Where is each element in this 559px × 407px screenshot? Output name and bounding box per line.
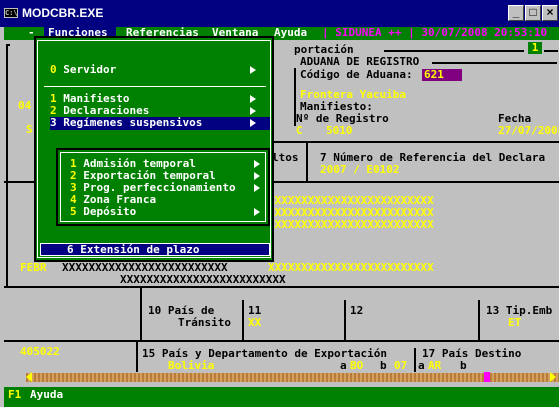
scroll-left-icon[interactable] bbox=[26, 372, 32, 382]
registro-value: 5010 bbox=[326, 124, 353, 137]
console-screen: - Funciones Referencias Ventana Ayuda | … bbox=[4, 27, 559, 407]
cell10-border bbox=[140, 288, 142, 340]
menu-item-num: 0 bbox=[50, 63, 57, 76]
f15-b-value: 07 bbox=[394, 359, 408, 372]
submenu-item-deposito[interactable]: 5 Depósito bbox=[70, 206, 136, 218]
regimenes-submenu: 1 Admisión temporal 2 Exportación tempor… bbox=[56, 148, 270, 226]
codigo-label: Código de Aduana: bbox=[300, 68, 413, 81]
menu-item-servidor[interactable]: 0 Servidor bbox=[50, 64, 266, 77]
f13-value: ET bbox=[508, 316, 522, 329]
menu-item-label: Depósito bbox=[83, 205, 137, 218]
submenu-arrow-icon bbox=[254, 160, 260, 168]
f12-label: 12 bbox=[350, 304, 364, 317]
status-f1-key[interactable]: F1 bbox=[8, 389, 21, 401]
left-code-04: 04 bbox=[18, 99, 32, 112]
header-rule bbox=[384, 50, 524, 52]
menu-item-label: Regímenes suspensivos bbox=[63, 116, 203, 129]
submenu-arrow-icon bbox=[254, 208, 260, 216]
status-bar: F1 Ayuda bbox=[4, 387, 559, 407]
cell17-border bbox=[414, 348, 416, 372]
row15-rule bbox=[4, 340, 559, 342]
f15-a: a bbox=[340, 359, 347, 372]
submenu-arrow-icon bbox=[254, 172, 260, 180]
menubar-status: | SIDUNEA ++ | 30/07/2008 20:53:10 bbox=[322, 27, 548, 39]
header-num: 1 bbox=[528, 42, 542, 54]
xfill-4: XXXXXXXXXXXXXXXXXXXXXXXXX bbox=[268, 261, 434, 274]
aduana-title: ADUANA DE REGISTRO bbox=[300, 55, 420, 68]
f15-value: Bolivia bbox=[168, 359, 215, 372]
left-code-febr: FEBR bbox=[20, 261, 47, 274]
registro-prefix: C bbox=[296, 124, 303, 137]
f15-a-value: BO bbox=[350, 359, 364, 372]
submenu-arrow-icon bbox=[250, 66, 256, 74]
menu-item-num: 3 bbox=[50, 116, 57, 129]
codigo-value[interactable]: 621 bbox=[422, 69, 462, 81]
scroll-thumb[interactable] bbox=[484, 372, 490, 382]
menu-item-extension[interactable]: 6 Extensión de plazo bbox=[40, 243, 270, 256]
maximize-button[interactable]: □ bbox=[525, 5, 541, 21]
menu-item-num: 5 bbox=[70, 205, 77, 218]
f17-b: b bbox=[460, 359, 467, 372]
minimize-button[interactable]: _ bbox=[508, 5, 524, 21]
dos-app-icon: C:\ bbox=[4, 8, 18, 18]
menu-item-label: Extensión de plazo bbox=[80, 243, 200, 256]
aduana-rule bbox=[432, 62, 557, 64]
left-code-s: S bbox=[26, 123, 33, 136]
menu-item-label: Servidor bbox=[63, 63, 117, 76]
pais-transito-label-2: Tránsito bbox=[178, 316, 231, 329]
xfill-3: XXXXXXXXXXXXXXXXXXXXXXXXX bbox=[268, 218, 434, 231]
cell11-border bbox=[242, 300, 244, 340]
menu-item-num: 6 bbox=[67, 243, 74, 256]
f11-value: XX bbox=[248, 316, 262, 329]
status-f1-label: Ayuda bbox=[30, 388, 64, 401]
f15-b: b bbox=[380, 359, 387, 372]
submenu-arrow-icon bbox=[254, 184, 260, 192]
submenu-arrow-icon bbox=[250, 107, 256, 115]
left-code-405022: 405022 bbox=[20, 345, 60, 358]
bultos-tail: ltos bbox=[272, 151, 299, 164]
dark-xfill-2: XXXXXXXXXXXXXXXXXXXXXXXXX bbox=[120, 273, 286, 286]
f17-a: a bbox=[418, 359, 425, 372]
menu-separator bbox=[44, 86, 266, 87]
ref-divider bbox=[306, 143, 308, 181]
f17-a-value: AR bbox=[428, 359, 442, 372]
cell15-border bbox=[136, 342, 138, 372]
close-button[interactable]: × bbox=[542, 5, 558, 21]
header-rule-end bbox=[544, 50, 558, 52]
cell12-border bbox=[344, 300, 346, 340]
bottom-top-rule bbox=[4, 286, 559, 288]
menu-item-regimenes[interactable]: 3 Regímenes suspensivos bbox=[50, 117, 270, 130]
scroll-right-icon[interactable] bbox=[550, 372, 556, 382]
submenu-arrow-icon bbox=[250, 119, 256, 127]
window-title: MODCBR.EXE bbox=[22, 6, 104, 20]
submenu-arrow-icon bbox=[250, 95, 256, 103]
menu-ayuda[interactable]: Ayuda bbox=[274, 27, 307, 39]
window-titlebar[interactable]: C:\ MODCBR.EXE _ □ × bbox=[0, 0, 559, 27]
fecha-value: 27/07/2008 bbox=[498, 124, 559, 137]
form-left-border bbox=[6, 44, 10, 294]
form-bottom: 10 País de Tránsito 11 XX 12 13 Tip.Emb … bbox=[4, 286, 559, 387]
ref-value: 2007 / E0102 bbox=[320, 163, 400, 176]
horizontal-scrollbar[interactable] bbox=[26, 373, 559, 382]
cell13-border bbox=[478, 300, 480, 340]
